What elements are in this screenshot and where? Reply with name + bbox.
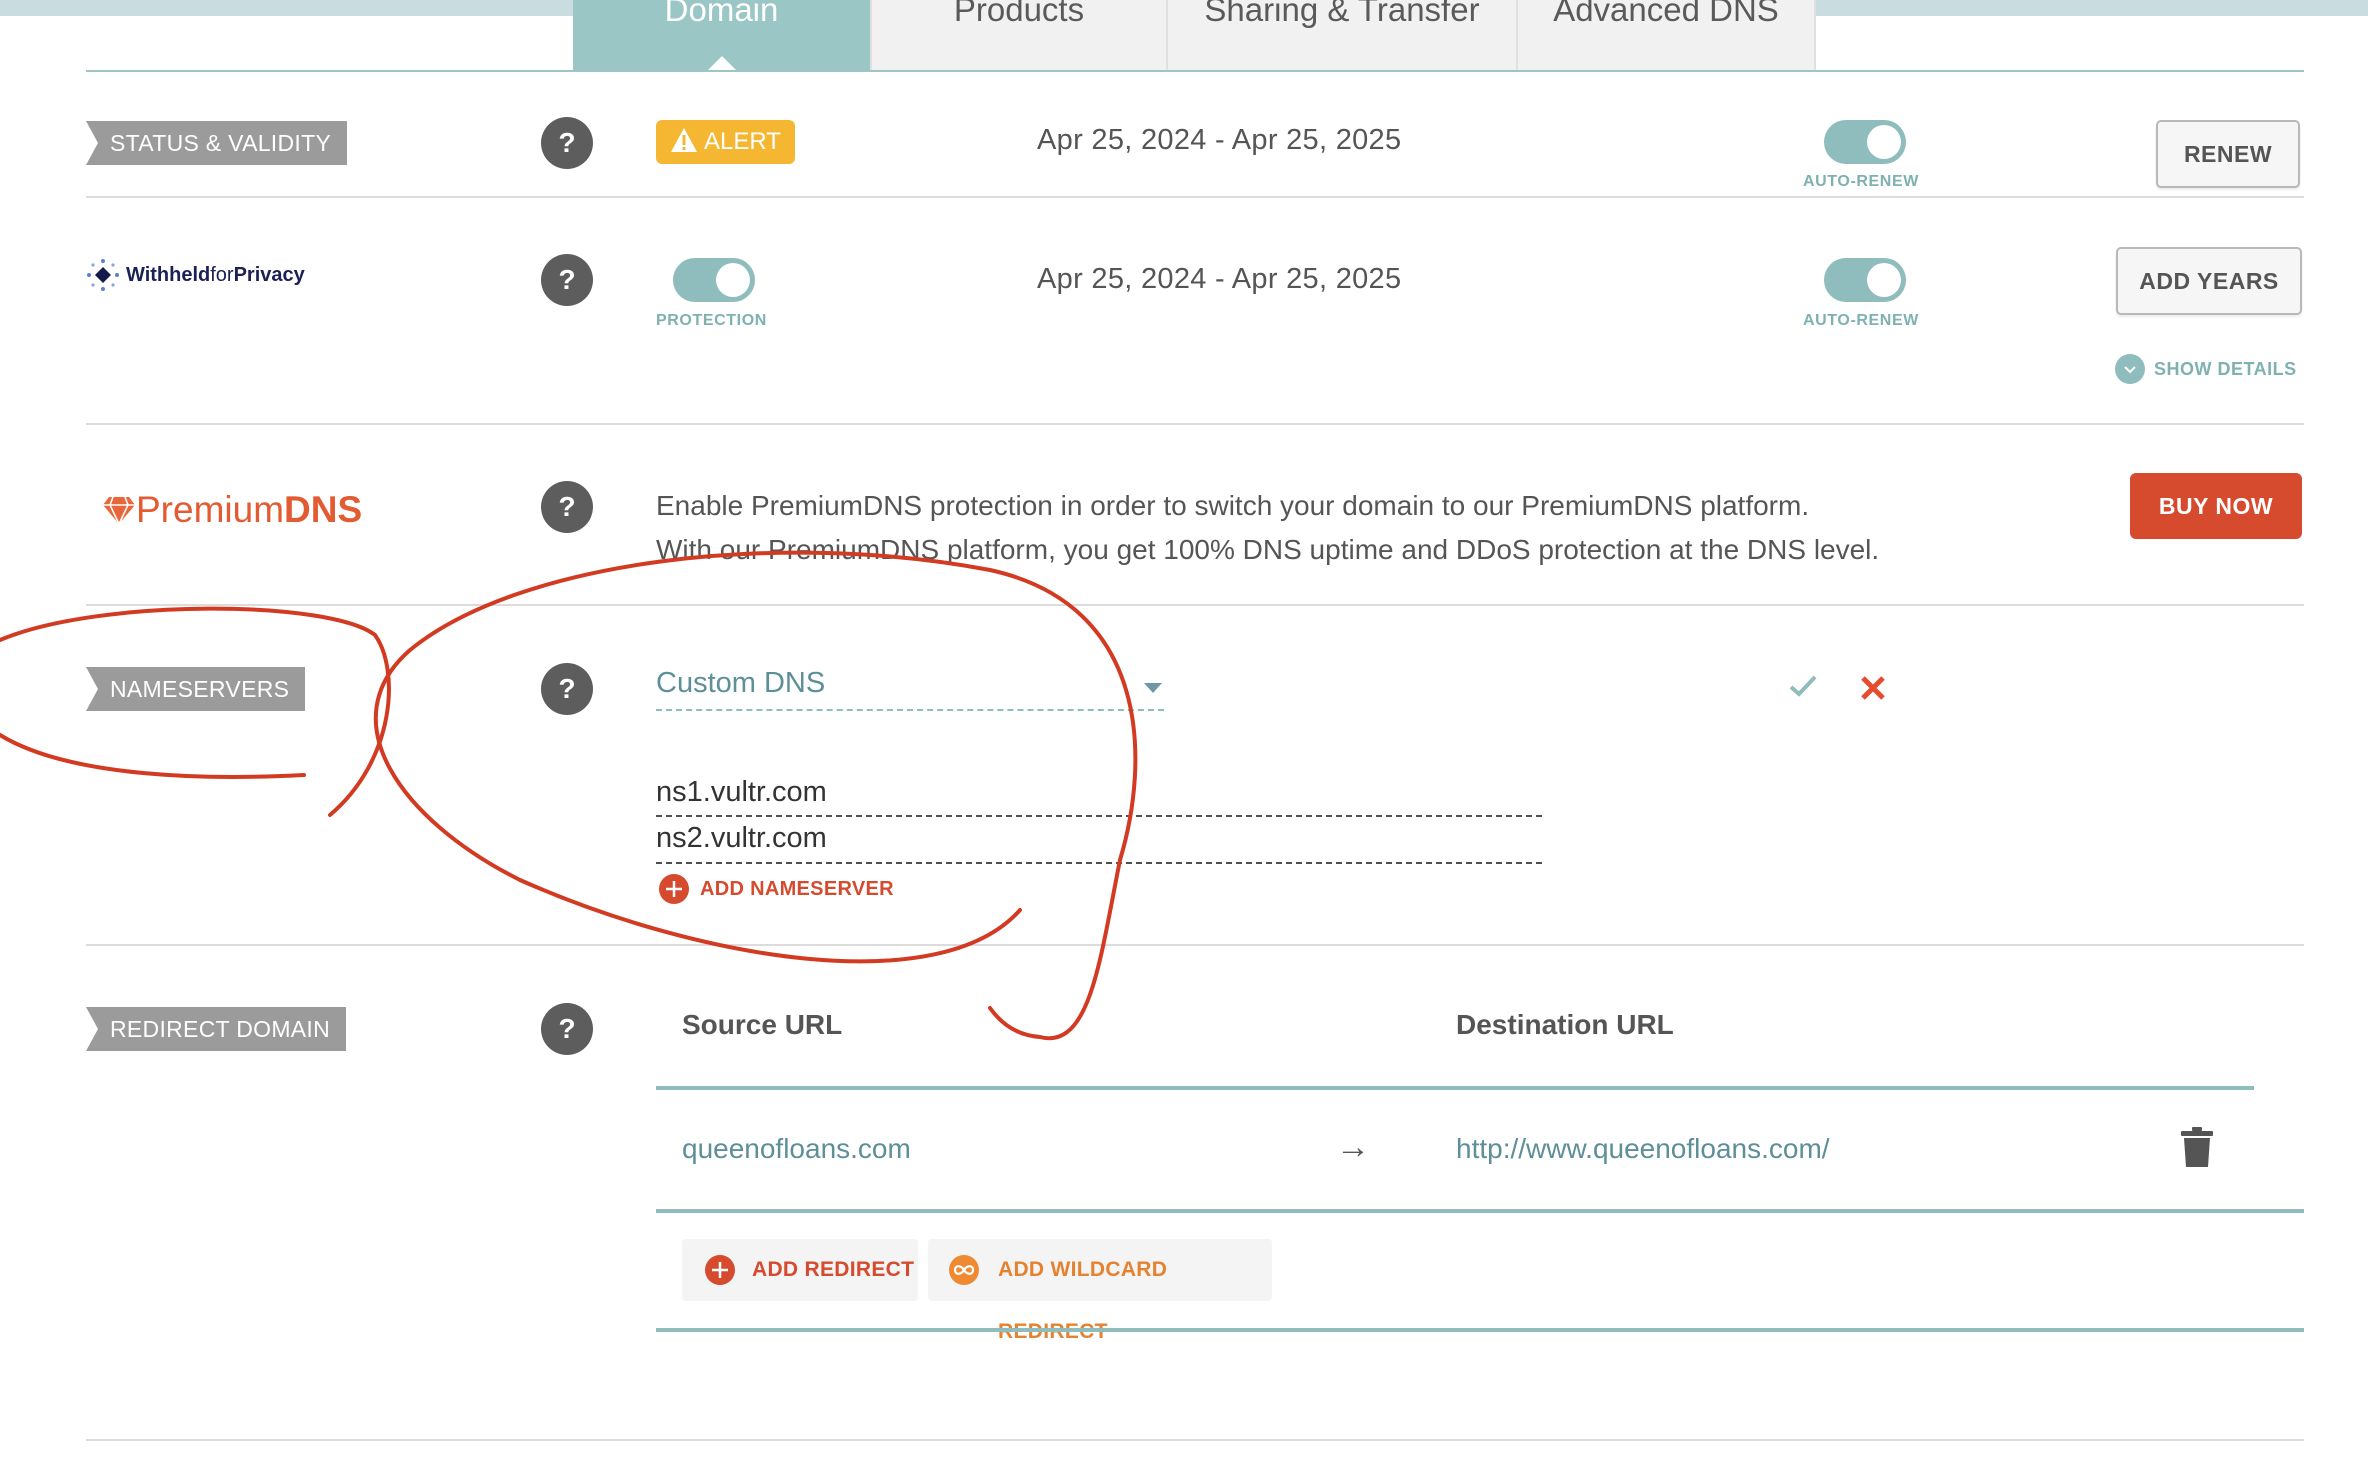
premium-description-2: With our PremiumDNS platform, you get 10… [656,534,1880,565]
confirm-check-icon[interactable] [1788,673,1818,704]
trash-icon[interactable] [2180,1126,2214,1173]
nameserver-2-underline [656,862,1542,864]
annotation-circle-nameservers-tag [0,606,391,817]
add-nameserver-label: ADD NAMESERVER [700,877,894,900]
tab-advanced-label: Advanced DNS [1553,0,1779,28]
withheldforprivacy-logo: WithheldforPrivacy [86,258,305,292]
nameservers-tag: NAMESERVERS [86,667,306,711]
add-years-button[interactable]: ADD YEARS [2116,247,2302,315]
source-url-header: Source URL [682,1009,843,1040]
redirect-domain-tag: REDIRECT DOMAIN [86,1007,347,1051]
warning-icon [671,128,697,152]
add-nameserver-button[interactable]: ADD NAMESERVER [658,873,894,905]
row-divider [86,944,2304,946]
protection-caption: PROTECTION [656,312,767,329]
plus-circle-icon [705,1255,735,1285]
nameserver-1[interactable]: ns1.vultr.com [656,776,827,809]
privacy-brand-suffix: Privacy [233,263,305,286]
dropdown-caret-icon [1144,683,1162,693]
chevron-down-icon [2115,354,2145,384]
help-icon[interactable]: ? [541,117,593,169]
dns-type-select[interactable]: Custom DNS [656,667,1164,711]
privacy-brand-mid: for [210,263,234,286]
source-url-value[interactable]: queenofloans.com [682,1133,911,1165]
active-tab-caret [707,56,736,70]
validity-dates: Apr 25, 2024 - Apr 25, 2025 [1037,124,1402,156]
row-divider [86,1439,2304,1441]
tab-domain-label: Domain [664,0,779,28]
destination-url-header: Destination URL [1456,1009,1674,1040]
help-icon[interactable]: ? [541,254,593,306]
alert-label: ALERT [704,128,781,155]
plus-circle-icon [659,874,689,904]
infinity-circle-icon [949,1255,979,1285]
table-header-line [656,1086,2254,1090]
privacy-brand-prefix: Withheld [126,263,211,286]
redirect-bottom-line [656,1328,2304,1332]
row-divider [86,196,2304,198]
help-icon[interactable]: ? [541,663,593,715]
add-redirect-label: ADD REDIRECT [752,1258,915,1281]
privacy-autorenew-toggle[interactable] [1824,258,1906,302]
premium-brand-prefix: Premium [136,489,285,530]
tab-products[interactable]: Products [872,0,1168,70]
show-details-label: SHOW DETAILS [2154,358,2297,379]
help-icon[interactable]: ? [541,481,593,533]
add-wildcard-label: ADD WILDCARD REDIRECT [998,1258,1168,1343]
premium-description-1: Enable PremiumDNS protection in order to… [656,490,1810,521]
tab-sharing-transfer[interactable]: Sharing & Transfer [1168,0,1518,70]
destination-url-value[interactable]: http://www.queenofloans.com/ [1456,1133,1830,1165]
nameserver-1-underline [656,815,1542,817]
autorenew-caption: AUTO-RENEW [1803,173,1919,190]
protection-toggle[interactable] [673,258,755,302]
dns-type-value: Custom DNS [656,667,826,699]
autorenew-toggle[interactable] [1824,120,1906,164]
privacy-dates: Apr 25, 2024 - Apr 25, 2025 [1037,263,1402,295]
table-row-line [656,1209,2304,1213]
diamond-icon [103,496,135,526]
premium-brand-suffix: DNS [284,489,363,530]
renew-button[interactable]: RENEW [2156,120,2300,188]
nameserver-2[interactable]: ns2.vultr.com [656,822,827,855]
premiumdns-logo: PremiumDNS [102,489,362,531]
privacy-autorenew-caption: AUTO-RENEW [1803,312,1919,329]
tab-domain[interactable]: Domain [573,0,872,70]
row-divider [86,423,2304,425]
redirect-arrow-icon: → [1336,1128,1370,1166]
row-divider [86,604,2304,606]
help-icon[interactable]: ? [541,1003,593,1055]
tab-sharing-label: Sharing & Transfer [1204,0,1480,28]
alert-badge: ALERT [656,120,795,164]
tab-advanced-dns[interactable]: Advanced DNS [1518,0,1816,70]
show-details-link[interactable]: SHOW DETAILS [2114,353,2297,385]
add-wildcard-redirect-button[interactable]: ADD WILDCARD REDIRECT [928,1239,1272,1343]
status-validity-tag: STATUS & VALIDITY [86,121,348,165]
tab-products-label: Products [953,0,1085,28]
buy-now-button[interactable]: BUY NOW [2130,473,2302,539]
tab-bar: Domain Products Sharing & Transfer Advan… [86,0,2304,72]
cancel-x-icon[interactable] [1860,675,1886,706]
add-redirect-button[interactable]: ADD REDIRECT [682,1239,918,1301]
privacy-logo-icon [87,259,119,291]
